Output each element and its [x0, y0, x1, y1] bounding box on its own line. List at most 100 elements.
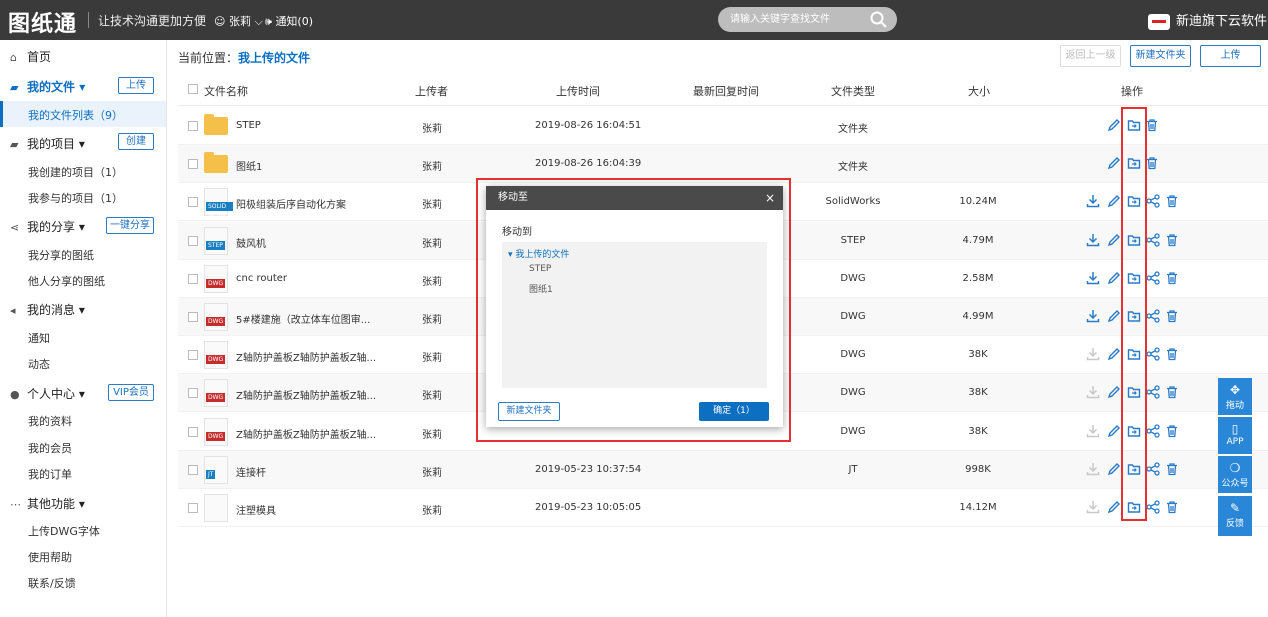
float-feedback-button[interactable]: ✎ 反馈: [1218, 496, 1252, 536]
download-icon[interactable]: [1086, 309, 1100, 323]
float-app-button[interactable]: ▯ APP: [1218, 417, 1252, 454]
edit-icon[interactable]: [1107, 156, 1121, 170]
sidebar-section-share[interactable]: ⋖ 我的分享 ▾: [10, 218, 85, 235]
share-icon[interactable]: [1146, 271, 1160, 285]
sidebar-item-member[interactable]: 我的会员: [28, 440, 72, 456]
brand-link[interactable]: 新迪旗下云软件: [1148, 10, 1267, 30]
quick-share-button[interactable]: 一键分享: [106, 217, 154, 234]
file-name[interactable]: 连接杆: [236, 464, 266, 479]
download-icon[interactable]: [1086, 233, 1100, 247]
sidebar-item-created-projects[interactable]: 我创建的项目（1）: [28, 164, 123, 180]
edit-icon[interactable]: [1107, 424, 1121, 438]
table-row[interactable]: 注塑模具 张莉 2019-05-23 10:05:05 14.12M: [178, 489, 1268, 527]
sidebar-section-messages[interactable]: ◂ 我的消息 ▾: [10, 301, 85, 318]
select-all-checkbox[interactable]: [188, 84, 198, 94]
dialog-new-folder-button[interactable]: 新建文件夹: [498, 402, 560, 421]
trash-icon[interactable]: [1165, 462, 1179, 476]
breadcrumb-current[interactable]: 我上传的文件: [238, 51, 310, 65]
sidebar-item-contact[interactable]: 联系/反馈: [28, 575, 76, 591]
new-folder-button[interactable]: 新建文件夹: [1130, 45, 1191, 67]
row-checkbox[interactable]: [188, 350, 198, 361]
back-button[interactable]: 返回上一级: [1060, 45, 1121, 67]
file-name[interactable]: 5#楼建施（改立体车位图审...: [236, 311, 370, 326]
share-icon[interactable]: [1146, 194, 1160, 209]
column-type[interactable]: 文件类型: [831, 83, 875, 99]
download-icon[interactable]: [1086, 462, 1100, 476]
sidebar-item-profile[interactable]: 我的资料: [28, 413, 72, 429]
file-name[interactable]: cnc router: [236, 273, 287, 284]
upload-button[interactable]: 上传: [1200, 45, 1261, 67]
share-icon[interactable]: [1146, 423, 1160, 438]
table-row[interactable]: JT 连接杆 张莉 2019-05-23 10:37:54 JT 998K: [178, 450, 1268, 489]
download-icon[interactable]: [1086, 385, 1100, 399]
sidebar-item-help[interactable]: 使用帮助: [28, 549, 72, 565]
trash-icon[interactable]: [1165, 233, 1179, 247]
edit-icon[interactable]: [1107, 194, 1121, 208]
share-icon[interactable]: [1146, 347, 1160, 361]
row-checkbox[interactable]: [188, 197, 198, 208]
sidebar-item-orders[interactable]: 我的订单: [28, 466, 72, 482]
edit-icon[interactable]: [1107, 385, 1121, 399]
app-logo[interactable]: 图纸通: [8, 6, 77, 38]
column-upload-time[interactable]: 上传时间: [556, 83, 600, 99]
tree-node-drawing1[interactable]: 图纸1: [529, 282, 553, 295]
create-project-button[interactable]: 创建: [118, 133, 154, 150]
search-icon[interactable]: [870, 11, 887, 31]
trash-icon[interactable]: [1165, 194, 1179, 208]
notice-link[interactable]: 🕪 通知(0): [265, 13, 313, 29]
sidebar-item-file-list[interactable]: 我的文件列表（9）: [28, 107, 123, 123]
column-name[interactable]: 文件名称: [204, 83, 248, 99]
edit-icon[interactable]: [1107, 233, 1121, 247]
dialog-confirm-button[interactable]: 确定（1）: [699, 402, 769, 421]
trash-icon[interactable]: [1165, 500, 1179, 514]
trash-icon[interactable]: [1145, 156, 1159, 170]
file-name[interactable]: 注塑模具: [236, 502, 276, 517]
download-icon[interactable]: [1086, 424, 1100, 438]
file-name[interactable]: Z轴防护盖板Z轴防护盖板Z轴...: [236, 387, 376, 402]
sidebar-item-joined-projects[interactable]: 我参与的项目（1）: [28, 190, 123, 206]
row-checkbox[interactable]: [188, 312, 198, 322]
column-size[interactable]: 大小: [968, 83, 990, 99]
trash-icon[interactable]: [1145, 118, 1159, 132]
row-checkbox[interactable]: [188, 464, 198, 475]
share-icon[interactable]: [1146, 462, 1160, 476]
float-drag-button[interactable]: ✥ 拖动: [1218, 378, 1252, 415]
trash-icon[interactable]: [1165, 385, 1179, 399]
sidebar-section-personal[interactable]: ● 个人中心 ▾: [10, 385, 85, 402]
column-uploader[interactable]: 上传者: [415, 83, 448, 99]
download-icon[interactable]: [1086, 271, 1100, 285]
tree-node-step[interactable]: STEP: [529, 264, 551, 274]
trash-icon[interactable]: [1165, 309, 1179, 323]
edit-icon[interactable]: [1107, 309, 1121, 323]
trash-icon[interactable]: [1165, 271, 1179, 285]
row-checkbox[interactable]: [188, 388, 198, 399]
row-checkbox[interactable]: [188, 503, 198, 513]
sidebar-item-dynamic[interactable]: 动态: [28, 356, 50, 372]
row-checkbox[interactable]: [188, 159, 198, 170]
edit-icon[interactable]: [1107, 347, 1121, 361]
sidebar-item-my-shared[interactable]: 我分享的图纸: [28, 247, 94, 263]
trash-icon[interactable]: [1165, 424, 1179, 438]
sidebar-item-upload-font[interactable]: 上传DWG字体: [28, 523, 100, 539]
user-menu[interactable]: ☺ 张莉 ⌵: [214, 13, 263, 29]
sidebar-section-my-files[interactable]: ▰ 我的文件 ▾: [10, 78, 85, 95]
file-name[interactable]: 鼓风机: [236, 235, 266, 250]
sidebar-item-others-shared[interactable]: 他人分享的图纸: [28, 273, 105, 289]
sidebar-item-notify[interactable]: 通知: [28, 330, 50, 346]
file-name[interactable]: 图纸1: [236, 158, 262, 173]
download-icon[interactable]: [1086, 194, 1100, 208]
sidebar-section-projects[interactable]: ▰ 我的项目 ▾: [10, 135, 85, 152]
file-name[interactable]: 阳极组装后序自动化方案: [236, 196, 346, 211]
sidebar-upload-button[interactable]: 上传: [118, 77, 154, 94]
download-icon[interactable]: [1086, 347, 1100, 361]
vip-button[interactable]: VIP会员: [108, 384, 154, 401]
share-icon[interactable]: [1146, 309, 1160, 323]
share-icon[interactable]: [1146, 232, 1160, 247]
trash-icon[interactable]: [1165, 347, 1179, 361]
close-icon[interactable]: ×: [765, 186, 775, 210]
file-name[interactable]: Z轴防护盖板Z轴防护盖板Z轴...: [236, 426, 376, 441]
edit-icon[interactable]: [1107, 118, 1121, 132]
row-checkbox[interactable]: [188, 121, 198, 131]
column-reply-time[interactable]: 最新回复时间: [693, 83, 759, 99]
edit-icon[interactable]: [1107, 271, 1121, 285]
